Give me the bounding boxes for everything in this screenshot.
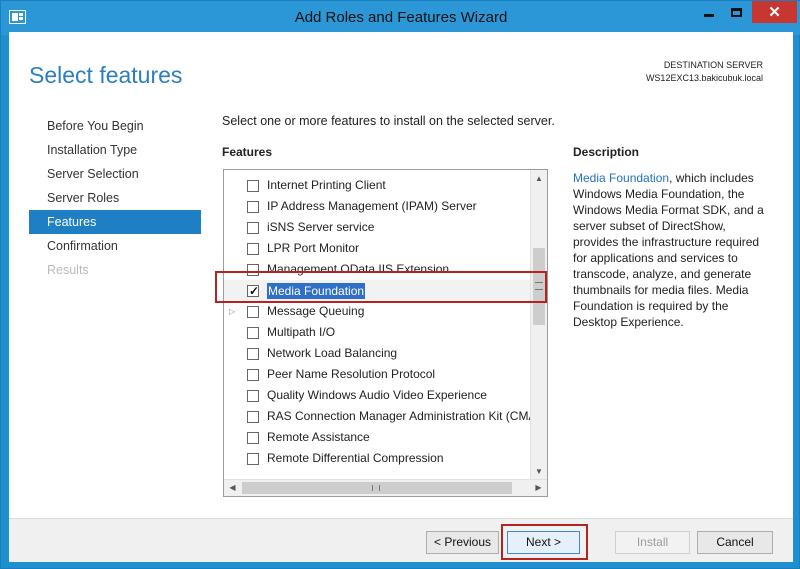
feature-label: Network Load Balancing: [267, 346, 398, 360]
scroll-left-icon[interactable]: ◀: [224, 480, 241, 496]
feature-checkbox[interactable]: [247, 222, 259, 234]
feature-row[interactable]: Multipath I/O: [224, 322, 532, 343]
nav-item-results: Results: [47, 263, 89, 277]
feature-checkbox[interactable]: [247, 348, 259, 360]
feature-row[interactable]: RAS Connection Manager Administration Ki…: [224, 406, 536, 427]
next-button-highlight: [501, 524, 588, 560]
feature-row[interactable]: Internet Printing Client: [224, 175, 532, 196]
scroll-right-icon[interactable]: ▶: [530, 480, 547, 496]
feature-label: LPR Port Monitor: [267, 241, 360, 255]
cancel-button[interactable]: Cancel: [697, 531, 773, 554]
feature-row[interactable]: Remote Differential Compression: [224, 448, 532, 469]
features-list[interactable]: Internet Printing Client IP Address Manag…: [223, 169, 548, 497]
description-text: , which includes Windows Media Foundatio…: [573, 171, 764, 329]
wizard-window: Add Roles and Features Wizard ✕ Select f…: [0, 0, 800, 569]
feature-checkbox[interactable]: [247, 453, 259, 465]
nav-item-confirmation[interactable]: Confirmation: [29, 234, 201, 258]
grip-icon: [372, 485, 380, 491]
feature-label: Remote Differential Compression: [267, 451, 444, 465]
wizard-footer: < Previous Next > Install Cancel: [9, 518, 793, 562]
nav-item-before-you-begin[interactable]: Before You Begin: [29, 114, 201, 138]
destination-server: WS12EXC13.bakicubuk.local: [645, 73, 763, 83]
wizard-content: Select features DESTINATION SERVER WS12E…: [9, 32, 793, 562]
feature-row[interactable]: iSNS Server service: [224, 217, 532, 238]
feature-row[interactable]: ▷ Message Queuing: [224, 301, 532, 322]
feature-rows: Internet Printing Client IP Address Manag…: [224, 175, 536, 469]
wizard-nav: Before You Begin Installation Type Serve…: [29, 114, 201, 282]
feature-row[interactable]: Network Load Balancing: [224, 343, 532, 364]
page-title: Select features: [29, 62, 183, 88]
feature-label: Multipath I/O: [267, 325, 336, 339]
maximize-button[interactable]: [723, 1, 749, 23]
scroll-up-icon[interactable]: ▲: [531, 170, 547, 187]
feature-label: Internet Printing Client: [267, 178, 386, 192]
minimize-icon: [704, 13, 714, 17]
window-title: Add Roles and Features Wizard: [294, 9, 508, 26]
scroll-down-icon[interactable]: ▼: [531, 463, 547, 480]
feature-checkbox[interactable]: [247, 390, 259, 402]
feature-label: Message Queuing: [267, 304, 365, 318]
feature-label: IP Address Management (IPAM) Server: [267, 199, 477, 213]
nav-item-installation-type[interactable]: Installation Type: [29, 138, 201, 162]
feature-row[interactable]: Remote Assistance: [224, 427, 532, 448]
feature-checkbox[interactable]: [247, 201, 259, 213]
feature-checkbox[interactable]: [247, 327, 259, 339]
nav-item-server-selection[interactable]: Server Selection: [29, 162, 201, 186]
feature-row[interactable]: Peer Name Resolution Protocol: [224, 364, 532, 385]
feature-checkbox[interactable]: [247, 306, 259, 318]
feature-checkbox[interactable]: [247, 180, 259, 192]
description-link[interactable]: Media Foundation: [573, 171, 669, 185]
feature-label: RAS Connection Manager Administration Ki…: [267, 409, 537, 423]
horizontal-scroll-thumb[interactable]: [242, 482, 512, 494]
feature-row[interactable]: LPR Port Monitor: [224, 238, 532, 259]
expand-arrow-icon[interactable]: ▷: [229, 301, 235, 322]
description-heading: Description: [573, 145, 640, 159]
install-button: Install: [615, 531, 690, 554]
feature-label: Remote Assistance: [267, 430, 370, 444]
feature-checkbox[interactable]: [247, 369, 259, 381]
intro-text: Select one or more features to install o…: [222, 114, 555, 128]
feature-checkbox[interactable]: [247, 432, 259, 444]
horizontal-scrollbar[interactable]: ◀ ▶: [224, 479, 547, 496]
media-foundation-highlight: [215, 271, 547, 303]
previous-button[interactable]: < Previous: [426, 531, 499, 554]
feature-row[interactable]: Quality Windows Audio Video Experience: [224, 385, 532, 406]
feature-row[interactable]: IP Address Management (IPAM) Server: [224, 196, 532, 217]
nav-item-features[interactable]: Features: [29, 210, 201, 234]
close-button[interactable]: ✕: [752, 1, 797, 23]
feature-checkbox[interactable]: [247, 243, 259, 255]
vertical-scrollbar[interactable]: ▲ ▼: [530, 170, 547, 480]
title-bar: Add Roles and Features Wizard ✕: [1, 1, 800, 35]
description-body: Media Foundation, which includes Windows…: [573, 170, 773, 330]
feature-label: iSNS Server service: [267, 220, 375, 234]
feature-checkbox[interactable]: [247, 411, 259, 423]
maximize-icon: [730, 7, 742, 17]
feature-label: Quality Windows Audio Video Experience: [267, 388, 487, 402]
feature-label: Peer Name Resolution Protocol: [267, 367, 436, 381]
destination-label: DESTINATION SERVER: [663, 60, 763, 70]
nav-item-server-roles[interactable]: Server Roles: [29, 186, 201, 210]
minimize-button[interactable]: [696, 1, 722, 23]
features-heading: Features: [222, 145, 273, 159]
